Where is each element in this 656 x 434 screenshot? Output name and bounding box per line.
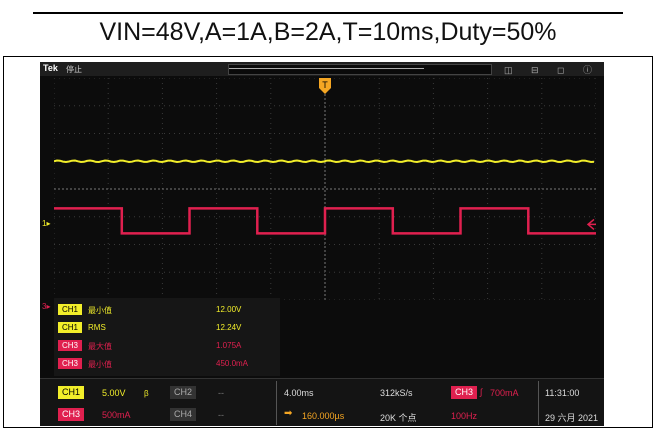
bandwidth-limit-icon: β	[144, 389, 149, 398]
ch3-button[interactable]: CH3	[58, 408, 84, 421]
measurement-label: 最小值	[88, 360, 112, 369]
trigger-slope-icon: ∫	[480, 387, 483, 397]
ch4-button[interactable]: CH4	[170, 408, 196, 421]
waveform-graticule: T	[54, 78, 596, 300]
frame-right-rule	[652, 56, 653, 428]
channel-badge: CH3	[58, 340, 82, 351]
clock-time: 11:31:00	[545, 388, 580, 398]
trigger-level-arrow-icon	[586, 218, 596, 231]
clock-date: 29 六月 2021	[545, 413, 599, 423]
frame-bottom-rule	[3, 427, 653, 428]
trigger-delay[interactable]: 160.000µs	[302, 411, 344, 421]
channel-badge: CH1	[58, 322, 82, 333]
ch2-scale: --	[218, 388, 224, 398]
measurement-row[interactable]: CH3 最小值 450.0mA	[58, 358, 276, 370]
measurement-row[interactable]: CH3 最大值 1.075A	[58, 340, 276, 352]
measurement-row[interactable]: CH1 最小值 12.00V	[58, 304, 276, 316]
sample-rate: 312kS/s	[380, 388, 413, 398]
trigger-level: 700mA	[490, 388, 519, 398]
toolbar-icons[interactable]: ◫ ⊟ ◻ ⓘ	[504, 63, 600, 76]
divider	[276, 381, 277, 425]
channel-badge: CH1	[58, 304, 82, 315]
horizontal-position-bar[interactable]	[228, 64, 492, 75]
ch1-waveform	[54, 159, 595, 164]
channel-badge: CH3	[58, 358, 82, 369]
measurement-row[interactable]: CH1 RMS 12.24V	[58, 322, 276, 334]
trigger-marker-label: T	[322, 80, 328, 90]
trigger-source[interactable]: CH3	[451, 386, 477, 399]
measurement-value: 12.24V	[216, 323, 242, 332]
graticule-grid	[54, 78, 596, 300]
page-title: VIN=48V,A=1A,B=2A,T=10ms,Duty=50%	[99, 18, 557, 46]
ch2-button[interactable]: CH2	[170, 386, 196, 399]
measurement-value: 12.00V	[216, 305, 242, 314]
measurement-panel: CH1 最小值 12.00V CH1 RMS 12.24V CH3 最大值 1.…	[54, 298, 280, 376]
ch1-ground-marker[interactable]: 1▸	[42, 219, 50, 228]
ch1-scale: 5.00V	[102, 388, 126, 398]
ch3-scale: 500mA	[102, 410, 131, 420]
status-bar: CH1 5.00V β CH2 -- CH3 500mA CH4 -- 4.00…	[40, 378, 604, 426]
record-window	[229, 68, 424, 69]
title-bottom-rule	[3, 56, 653, 57]
measurement-label: 最小值	[88, 306, 112, 315]
brand-logo: Tek	[43, 63, 58, 73]
ch4-scale: --	[218, 410, 224, 420]
divider	[538, 381, 539, 425]
measurement-value: 1.075A	[216, 341, 242, 350]
measurement-value: 450.0mA	[216, 359, 249, 368]
delay-arrow-icon: ➡	[284, 408, 293, 419]
title-top-rule	[33, 12, 623, 14]
ch3-waveform	[54, 207, 596, 235]
frame-left-rule	[3, 56, 4, 428]
measurement-label: 最大值	[88, 342, 112, 351]
oscilloscope-screen: Tek 停止 ◫ ⊟ ◻ ⓘ T CH1 最小值 12.00V CH1 RMS …	[40, 62, 604, 426]
scope-top-bar: Tek 停止 ◫ ⊟ ◻ ⓘ	[40, 62, 604, 76]
ch3-ground-marker[interactable]: 3▸	[42, 302, 50, 311]
measurement-label: RMS	[88, 323, 106, 332]
trigger-frequency: 100Hz	[451, 411, 478, 421]
record-length: 20K 个点	[380, 413, 417, 423]
timebase[interactable]: 4.00ms	[284, 388, 314, 398]
acquisition-status: 停止	[66, 65, 82, 74]
ch1-button[interactable]: CH1	[58, 386, 84, 399]
